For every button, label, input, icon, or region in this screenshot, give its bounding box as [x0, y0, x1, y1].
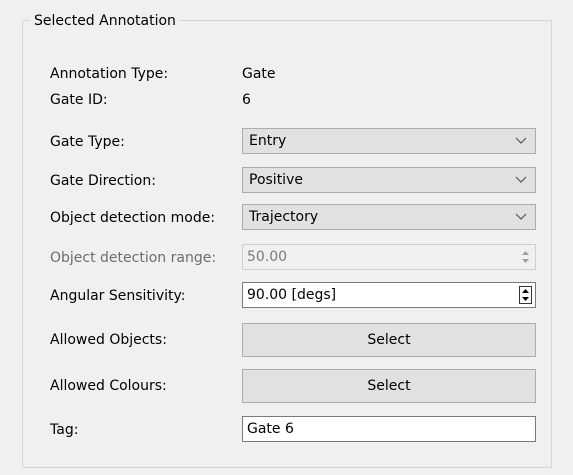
gate-direction-label: Gate Direction:	[50, 173, 156, 189]
gate-type-label: Gate Type:	[50, 134, 125, 150]
angular-sensitivity-value: 90.00 [degs]	[247, 287, 337, 303]
angular-sensitivity-spinbox[interactable]: 90.00 [degs]	[242, 282, 536, 308]
tag-label: Tag:	[50, 422, 79, 438]
allowed-colours-label: Allowed Colours:	[50, 378, 167, 394]
annotation-type-label: Annotation Type:	[50, 66, 169, 82]
gate-id-row: Gate ID: 6	[50, 86, 537, 114]
tag-row: Tag: Gate 6	[50, 416, 537, 444]
allowed-objects-row: Allowed Objects: Select	[50, 323, 537, 357]
angular-sensitivity-row: Angular Sensitivity: 90.00 [degs]	[50, 282, 537, 310]
spin-arrows-icon[interactable]	[519, 248, 532, 266]
spin-down-icon	[522, 297, 529, 301]
spin-down-icon	[522, 259, 529, 263]
detection-mode-row: Object detection mode: Trajectory	[50, 204, 537, 232]
chevron-down-icon	[515, 137, 527, 144]
gate-type-row: Gate Type: Entry	[50, 128, 537, 156]
allowed-colours-row: Allowed Colours: Select	[50, 369, 537, 403]
gate-type-selected: Entry	[249, 133, 287, 149]
gate-id-value: 6	[242, 92, 251, 108]
gate-id-label: Gate ID:	[50, 92, 108, 108]
tag-input[interactable]: Gate 6	[242, 416, 536, 442]
gate-type-dropdown[interactable]: Entry	[242, 128, 536, 154]
detection-mode-dropdown[interactable]: Trajectory	[242, 204, 536, 230]
detection-range-label: Object detection range:	[50, 250, 217, 266]
annotation-type-row: Annotation Type: Gate	[50, 60, 537, 88]
chevron-down-icon	[515, 213, 527, 220]
group-title: Selected Annotation	[30, 12, 180, 30]
detection-range-value: 50.00	[247, 249, 288, 265]
allowed-objects-select-button[interactable]: Select	[242, 323, 536, 357]
allowed-objects-label: Allowed Objects:	[50, 332, 167, 348]
gate-direction-selected: Positive	[249, 172, 303, 188]
angular-sensitivity-label: Angular Sensitivity:	[50, 288, 186, 304]
chevron-down-icon	[515, 176, 527, 183]
spin-up-icon	[522, 289, 529, 293]
detection-mode-label: Object detection mode:	[50, 210, 216, 226]
spin-arrows-icon[interactable]	[519, 286, 532, 304]
gate-direction-dropdown[interactable]: Positive	[242, 167, 536, 193]
allowed-colours-select-button[interactable]: Select	[242, 369, 536, 403]
tag-value: Gate 6	[247, 421, 294, 437]
detection-range-spinbox[interactable]: 50.00	[242, 244, 536, 270]
spin-up-icon	[522, 251, 529, 255]
annotation-type-value: Gate	[242, 66, 276, 82]
gate-direction-row: Gate Direction: Positive	[50, 167, 537, 195]
detection-mode-selected: Trajectory	[249, 209, 319, 225]
detection-range-row: Object detection range: 50.00	[50, 244, 537, 272]
